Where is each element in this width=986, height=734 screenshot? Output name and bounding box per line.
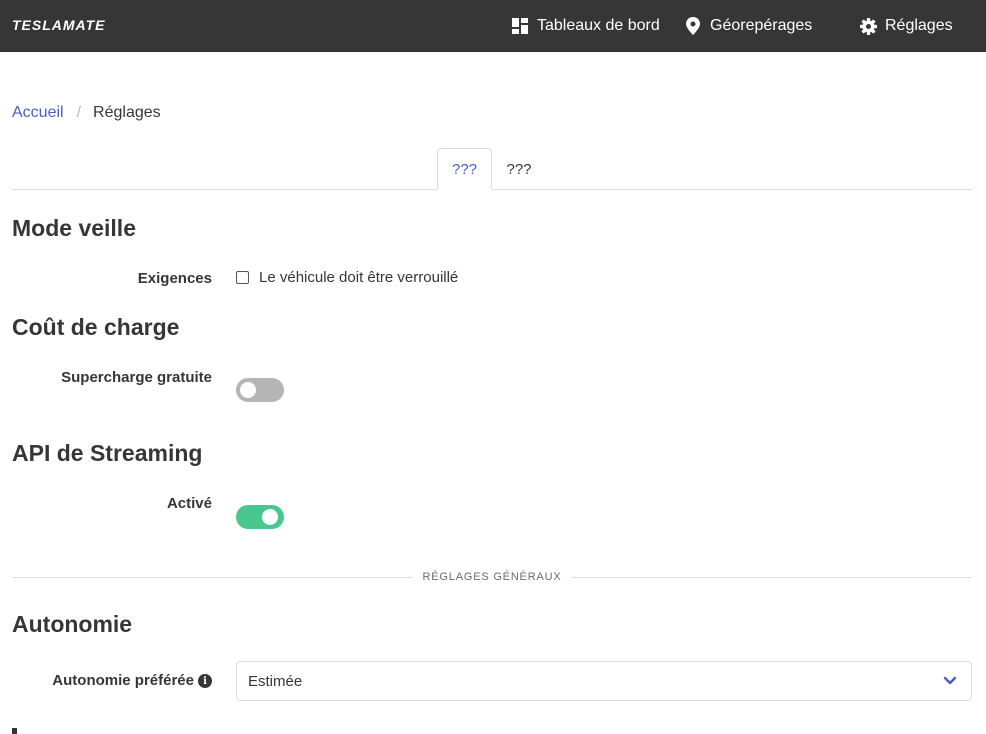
- toggle-knob: [262, 509, 278, 525]
- sleep-mode-title: Mode veille: [12, 215, 136, 241]
- settings-tabs: ??? ???: [12, 148, 972, 190]
- nav-settings-label: Réglages: [885, 17, 953, 34]
- vehicle-locked-checkbox[interactable]: [236, 271, 249, 284]
- streaming-api-title: API de Streaming: [12, 440, 203, 466]
- general-settings-divider-text: RÉGLAGES GÉNÉRAUX: [422, 571, 562, 583]
- nav-geofences-label: Géorepérages: [710, 17, 813, 34]
- breadcrumb: Accueil / Réglages: [12, 104, 161, 122]
- divider-line-right: [571, 576, 973, 578]
- preferred-range-label: Autonomie préférée i: [12, 672, 212, 689]
- general-settings-divider: RÉGLAGES GÉNÉRAUX: [12, 567, 973, 587]
- breadcrumb-home-link[interactable]: Accueil: [12, 104, 64, 122]
- toggle-knob: [240, 382, 256, 398]
- next-section-title-fragment: [12, 728, 17, 734]
- preferred-range-value: Estimée: [248, 672, 303, 690]
- nav-settings[interactable]: Réglages: [859, 0, 953, 52]
- vehicle-locked-label[interactable]: Le véhicule doit être verrouillé: [259, 269, 458, 286]
- gear-icon: [859, 17, 877, 35]
- chevron-down-icon: [943, 674, 957, 688]
- brand-logo[interactable]: TESLAMATE: [12, 17, 106, 33]
- divider-line-left: [12, 576, 413, 578]
- navbar: TESLAMATE Tableaux de bord Géorepérages: [0, 0, 986, 52]
- streaming-enabled-toggle[interactable]: [236, 505, 284, 529]
- nav-geofences[interactable]: Géorepérages: [684, 0, 812, 52]
- preferred-range-select[interactable]: Estimée: [236, 661, 972, 701]
- preferred-range-label-text: Autonomie préférée: [52, 672, 194, 689]
- free-supercharging-toggle[interactable]: [236, 378, 284, 402]
- requirements-label: Exigences: [137, 270, 212, 287]
- nav-dashboards[interactable]: Tableaux de bord: [511, 0, 660, 52]
- tab-2[interactable]: ???: [498, 148, 540, 190]
- breadcrumb-current: Réglages: [93, 104, 161, 121]
- vehicle-locked-option[interactable]: Le véhicule doit être verrouillé: [236, 269, 458, 286]
- map-pin-icon: [684, 17, 702, 35]
- charge-cost-title: Coût de charge: [12, 314, 180, 340]
- range-title: Autonomie: [12, 611, 133, 637]
- breadcrumb-separator: /: [76, 104, 82, 121]
- dashboard-icon: [511, 17, 529, 35]
- tab-1[interactable]: ???: [437, 148, 492, 190]
- info-icon[interactable]: i: [198, 674, 212, 689]
- free-supercharging-label: Supercharge gratuite: [61, 369, 212, 386]
- streaming-enabled-label: Activé: [166, 495, 212, 512]
- nav-dashboards-label: Tableaux de bord: [537, 17, 660, 34]
